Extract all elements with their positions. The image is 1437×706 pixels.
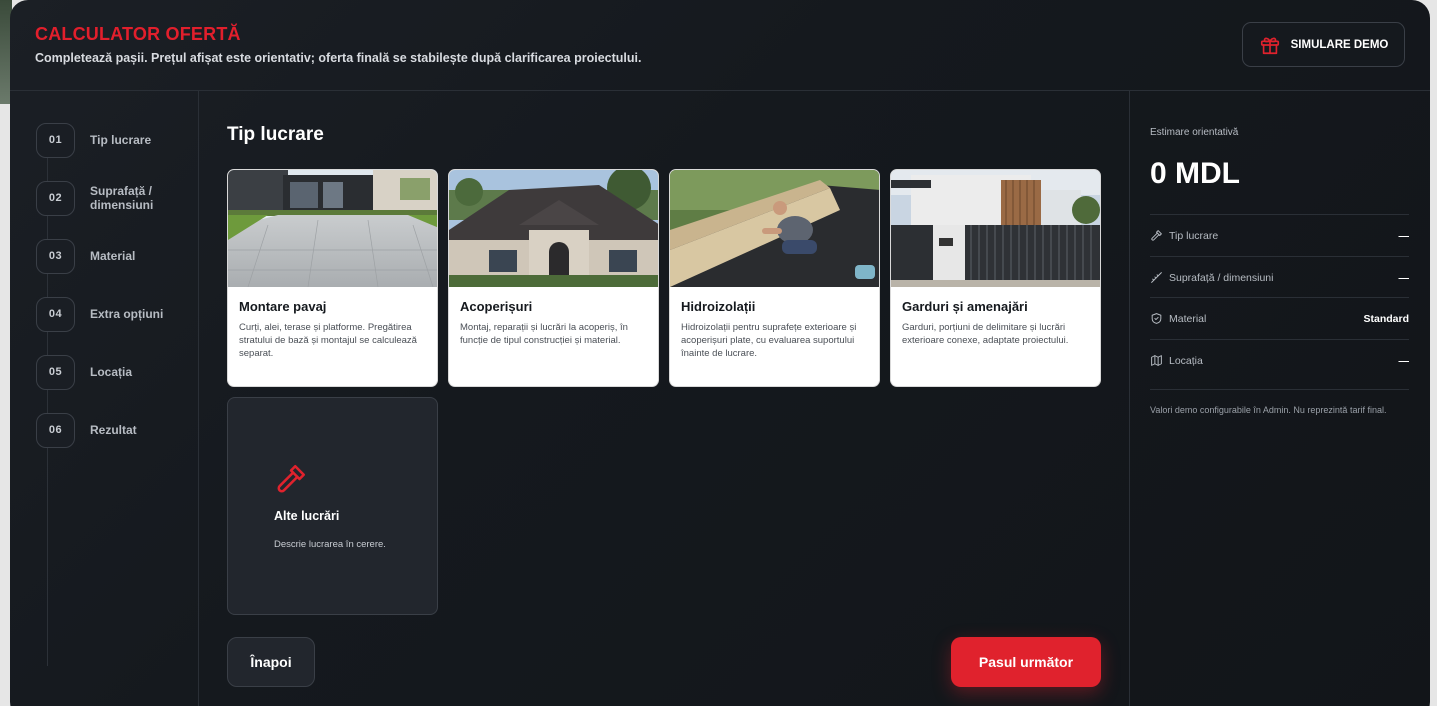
card-description: Hidroizolații pentru suprafețe exterioar… (681, 322, 857, 359)
card-description: Curți, alei, terase și platforme. Pregăt… (239, 322, 417, 359)
summary-row-label: Suprafață / dimensiuni (1169, 271, 1274, 284)
waterproofing-photo (670, 170, 879, 287)
step-number: 04 (36, 296, 75, 332)
step-label: Suprafață / dimensiuni (90, 184, 154, 212)
summary-row-locatia: Locația — (1150, 339, 1409, 381)
estimate-label: Estimare orientativă (1150, 127, 1239, 138)
card-garduri-amenajari[interactable]: Garduri și amenajări Garduri, porțiuni d… (890, 169, 1101, 387)
paving-photo (228, 170, 437, 287)
card-description: Garduri, porțiuni de delimitare și lucră… (902, 322, 1069, 346)
step-locatia[interactable]: 05 Locația (36, 354, 180, 390)
shield-icon (1151, 313, 1162, 324)
fence-photo (891, 170, 1100, 287)
hammer-icon (1151, 230, 1162, 241)
card-description: Descrie lucrarea în cerere. (274, 539, 386, 550)
estimate-panel: Estimare orientativă 0 MDL Tip lucrare —… (1129, 91, 1430, 706)
step-label: Extra opțiuni (90, 307, 164, 321)
step-label: Material (90, 249, 136, 263)
summary-note: Valori demo configurabile în Admin. Nu r… (1150, 405, 1387, 415)
step-number: 05 (36, 354, 75, 390)
section-title: Tip lucrare (227, 124, 324, 145)
summary-row-tip-lucrare: Tip lucrare — (1150, 214, 1409, 256)
ruler-icon (1151, 272, 1162, 283)
page-title: CALCULATOR OFERTĂ (35, 24, 241, 44)
summary-row-value: — (1398, 354, 1410, 367)
demo-simulation-button[interactable]: SIMULARE DEMO (1242, 22, 1405, 67)
step-material[interactable]: 03 Material (36, 238, 180, 274)
card-title: Montare pavaj (239, 299, 327, 314)
summary-row-value: — (1398, 229, 1410, 242)
card-title: Garduri și amenajări (902, 299, 1028, 314)
summary-row-label: Material (1169, 312, 1207, 325)
summary-row-value: Standard (1363, 312, 1409, 325)
card-alte-lucrari[interactable]: Alte lucrări Descrie lucrarea în cerere. (227, 397, 438, 615)
back-button[interactable]: Înapoi (227, 637, 315, 687)
card-title: Acoperișuri (460, 299, 533, 314)
next-step-button[interactable]: Pasul următor (951, 637, 1101, 687)
page-subtitle: Completează pașii. Prețul afișat este or… (35, 51, 642, 65)
estimate-value: 0 MDL (1150, 157, 1240, 190)
hammer-icon (277, 464, 306, 493)
summary-row-value: — (1398, 271, 1410, 284)
card-title: Alte lucrări (274, 509, 340, 523)
summary-row-label: Tip lucrare (1169, 229, 1219, 242)
summary-row-material: Material Standard (1150, 297, 1409, 339)
calculator-modal: CALCULATOR OFERTĂ Completează pașii. Pre… (10, 0, 1430, 706)
card-montare-pavaj[interactable]: Montare pavaj Curți, alei, terase și pla… (227, 169, 438, 387)
map-icon (1151, 355, 1162, 366)
step-label: Rezultat (90, 423, 137, 437)
step-number: 06 (36, 412, 75, 448)
card-acoperisuri[interactable]: Acoperișuri Montaj, reparații și lucrări… (448, 169, 659, 387)
summary-divider (1150, 389, 1409, 390)
demo-button-label: SIMULARE DEMO (1290, 38, 1389, 51)
card-description: Montaj, reparații și lucrări la acoperiș… (460, 322, 628, 346)
step-number: 02 (36, 180, 75, 216)
step-extra-optiuni[interactable]: 04 Extra opțiuni (36, 296, 180, 332)
step-label: Locația (90, 365, 133, 379)
gift-icon (1260, 37, 1279, 54)
summary-row-suprafata: Suprafață / dimensiuni — (1150, 256, 1409, 298)
step-tip-lucrare[interactable]: 01 Tip lucrare (36, 122, 180, 158)
step-suprafata[interactable]: 02 Suprafață / dimensiuni (36, 180, 180, 216)
summary-row-label: Locația (1169, 354, 1203, 367)
steps-sidebar: 01 Tip lucrare 02 Suprafață / dimensiuni… (10, 91, 199, 706)
card-title: Hidroizolații (681, 299, 756, 314)
roof-photo (449, 170, 658, 287)
step-rezultat[interactable]: 06 Rezultat (36, 412, 180, 448)
modal-header: CALCULATOR OFERTĂ Completează pașii. Pre… (10, 0, 1430, 91)
step-number: 01 (36, 122, 75, 158)
step-label: Tip lucrare (90, 133, 152, 147)
step-number: 03 (36, 238, 75, 274)
card-hidroizolatii[interactable]: Hidroizolații Hidroizolații pentru supra… (669, 169, 880, 387)
